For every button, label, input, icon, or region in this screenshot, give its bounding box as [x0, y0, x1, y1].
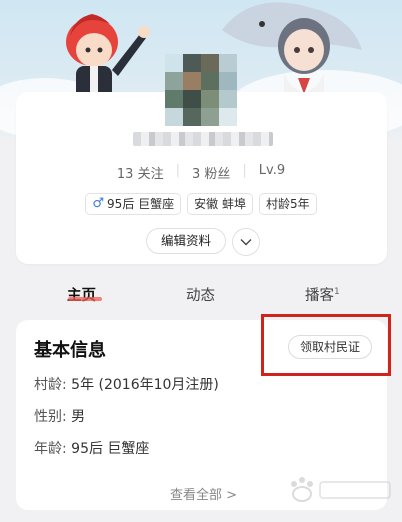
profile-tabs: 主页 动态 播客1: [0, 280, 402, 310]
annotation-highlight-box: [261, 314, 391, 376]
info-row-age: 年龄: 95后 巨蟹座: [34, 438, 149, 458]
tag-location: 安徽 蚌埠: [187, 193, 253, 215]
info-key: 性别:: [34, 409, 67, 425]
info-row-gender: 性别: 男: [34, 406, 85, 426]
tab-podcast-label: 播客: [305, 288, 334, 304]
tag-label: 95后 巨蟹座: [107, 197, 175, 211]
tab-podcast[interactable]: 播客1: [305, 284, 340, 305]
tab-feed[interactable]: 动态: [186, 284, 215, 305]
divider: |: [242, 163, 247, 178]
info-key: 村龄:: [34, 377, 67, 393]
info-value: 5年 (2016年10月注册): [71, 377, 219, 393]
tag-village-age: 村龄5年: [258, 193, 317, 215]
tag-age-zodiac: ♂ 95后 巨蟹座: [85, 193, 182, 215]
section-title: 基本信息: [34, 340, 106, 361]
profile-stats: 13 关注 | 3 粉丝 | Lv.9: [0, 163, 402, 182]
tab-badge: 1: [334, 287, 340, 298]
male-icon: ♂: [92, 196, 105, 211]
chevron-down-icon: [240, 239, 252, 246]
view-all-link[interactable]: 查看全部 >: [170, 484, 237, 503]
expand-more-button[interactable]: [232, 228, 260, 256]
tag-label: 村龄5年: [265, 197, 310, 211]
followers-count[interactable]: 3 粉丝: [192, 163, 230, 182]
active-tab-indicator: [68, 297, 102, 301]
tag-label: 安徽 蚌埠: [194, 197, 246, 211]
username-blurred: [133, 132, 273, 146]
info-value: 男: [71, 409, 86, 425]
baidu-watermark-logo: [291, 477, 391, 502]
tab-home[interactable]: 主页: [67, 284, 96, 305]
user-level: Lv.9: [258, 163, 286, 178]
following-count[interactable]: 13 关注: [117, 163, 164, 182]
profile-tags: ♂ 95后 巨蟹座 安徽 蚌埠 村龄5年: [0, 193, 402, 215]
info-value: 95后 巨蟹座: [71, 441, 150, 457]
info-row-village-age: 村龄: 5年 (2016年10月注册): [34, 374, 219, 394]
avatar[interactable]: [165, 54, 237, 126]
info-key: 年龄:: [34, 441, 67, 457]
edit-profile-button[interactable]: 编辑资料: [146, 228, 226, 254]
divider: |: [175, 163, 180, 178]
